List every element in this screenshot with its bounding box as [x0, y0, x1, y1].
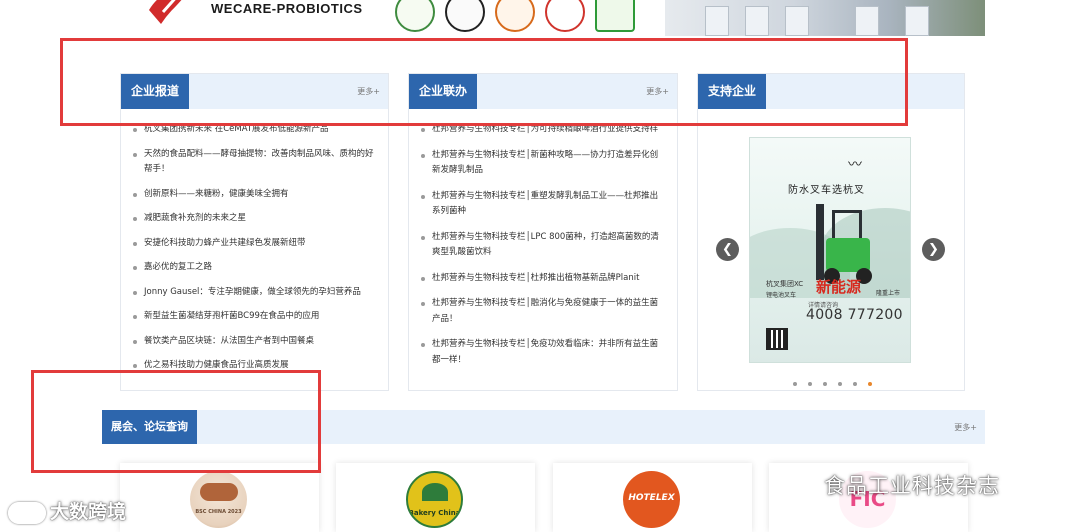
news-item[interactable]: 创新原料——来糖粉，健康美味全拥有	[133, 187, 376, 203]
watermark-right: 食品工业科技杂志	[790, 470, 1000, 500]
sgs-cert-icon	[495, 0, 535, 32]
page: WECARE-PROBIOTICS 企业报道 更多+ 杭叉集团携新未来 在CeM…	[0, 0, 1080, 532]
news-item[interactable]: 天然的食品配料——酵母抽提物：改善肉制品风味、质构的好帮手！	[133, 147, 376, 178]
exhibition-card[interactable]: Bakery China	[336, 463, 535, 532]
carousel-dot[interactable]	[793, 382, 797, 386]
column-item[interactable]: 杜邦营养与生物科技专栏│免疫功效看临床：并非所有益生菌都一样！	[421, 337, 665, 368]
highlight-box	[60, 38, 908, 126]
card-label: BSC CHINA 2023	[195, 509, 242, 515]
news-item[interactable]: Jonny Gausel：专注孕期健康，做全球领先的孕妇营养品	[133, 285, 376, 301]
ad-subline: 锂电池叉车	[766, 292, 797, 299]
card-label: Bakery China	[408, 509, 461, 517]
ad-launch: 隆重上市	[876, 290, 901, 297]
column-list: 杜邦营养与生物科技专栏│为可持续精酿啤酒行业提供支持样 杜邦营养与生物科技专栏│…	[421, 122, 665, 368]
verified-cert-icon	[595, 0, 635, 32]
brand-logo	[149, 0, 186, 24]
halal-cert-icon	[395, 0, 435, 32]
factory-photo	[665, 0, 985, 36]
exhibition-card[interactable]: BSC CHINA 2023	[120, 463, 319, 532]
news-list: 杭叉集团携新未来 在CeMAT展发布低能源新产品 天然的食品配料——酵母抽提物：…	[133, 122, 376, 374]
carousel-ad-slide[interactable]: 〰 防水叉车选杭叉 杭叉集团XC 锂电池叉车 新能源 隆重上市 详情请咨询 40…	[749, 137, 911, 363]
watermark-text: 大数跨境	[50, 501, 127, 523]
hotelex-logo-icon: HOTELEX	[623, 471, 680, 528]
chevron-left-icon[interactable]: ❮	[716, 238, 739, 261]
top-banner: WECARE-PROBIOTICS	[105, 0, 985, 36]
news-item[interactable]: 餐饮类产品区块链：从法国生产者到中国餐桌	[133, 334, 376, 350]
watermark-text: 食品工业科技杂志	[824, 474, 1000, 498]
usda-organic-icon	[445, 0, 485, 32]
column-item[interactable]: 杜邦营养与生物科技专栏│新菌种攻略——协力打造差异化创新发酵乳制品	[421, 148, 665, 179]
forklift-body	[826, 238, 870, 272]
ad-phone: 4008 777200	[806, 307, 903, 323]
swallow-icon: 〰	[848, 157, 862, 173]
news-item[interactable]: 嘉必优的复工之路	[133, 260, 376, 276]
news-item[interactable]: 新型益生菌凝结芽孢杆菌BC99在食品中的应用	[133, 309, 376, 325]
forklift-mast	[816, 204, 824, 280]
watermark-left: 大数跨境	[8, 497, 126, 527]
ad-slogan: 防水叉车选杭叉	[788, 185, 865, 196]
card-label: HOTELEX	[628, 493, 675, 503]
ad-brand: 杭叉集团XC	[766, 280, 804, 288]
brand-name: WECARE-PROBIOTICS	[211, 1, 363, 16]
news-item[interactable]: 减肥蔬食补充剂的未来之星	[133, 211, 376, 227]
watermark-logo-icon	[8, 501, 46, 524]
bread-logo-icon: BSC CHINA 2023	[190, 471, 247, 528]
qr-code-icon	[766, 328, 788, 350]
column-item[interactable]: 杜邦营养与生物科技专栏│杜邦推出植物基新品牌Planit	[421, 271, 665, 287]
column-item[interactable]: 杜邦营养与生物科技专栏│融消化与免疫健康于一体的益生菌产品！	[421, 296, 665, 327]
bakery-china-logo-icon: Bakery China	[406, 471, 463, 528]
forklift-icon	[832, 210, 862, 240]
column-item[interactable]: 杜邦营养与生物科技专栏│重塑发酵乳制品工业——杜邦推出系列菌种	[421, 189, 665, 220]
carousel-dots	[793, 371, 878, 386]
news-item[interactable]: 安捷伦科技助力蜂产业共建绿色发展新纽带	[133, 236, 376, 252]
wechat-icon	[790, 476, 818, 498]
quality-cert-icon	[545, 0, 585, 32]
more-link[interactable]: 更多+	[954, 422, 977, 433]
exhibition-card[interactable]: HOTELEX	[553, 463, 752, 532]
highlight-box	[31, 370, 321, 473]
ad-headline: 新能源	[816, 278, 862, 296]
column-item[interactable]: 杜邦营养与生物科技专栏│LPC 800菌种，打造超高菌数的清爽型乳酸菌饮料	[421, 230, 665, 261]
chevron-right-icon[interactable]: ❯	[922, 238, 945, 261]
